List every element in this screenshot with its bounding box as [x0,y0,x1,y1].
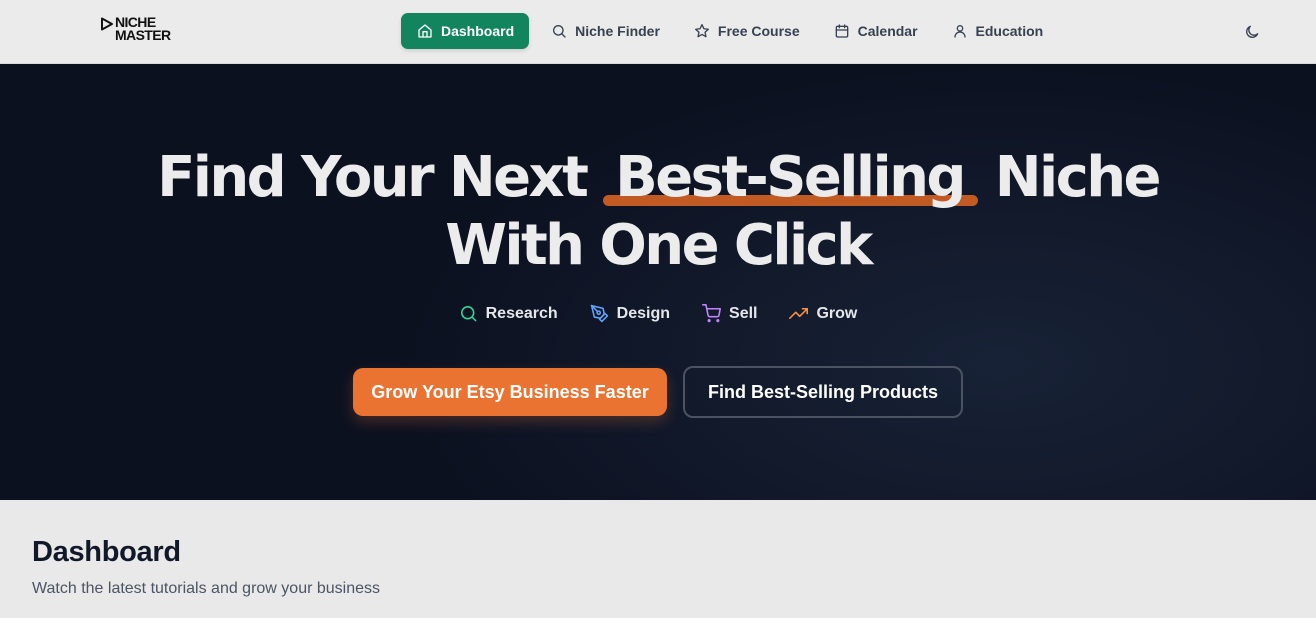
hero-title-highlight: Best-Selling [603,144,978,212]
theme-toggle-button[interactable] [1242,22,1262,42]
cta-row: Grow Your Etsy Business Faster Find Best… [0,366,1316,418]
hero-section: Find Your Next Best-Selling Niche With O… [0,64,1316,500]
feature-sell: Sell [702,304,757,323]
hero-title: Find Your Next Best-Selling Niche With O… [0,144,1316,280]
nav-label: Dashboard [441,23,515,39]
brand-logo[interactable]: NICHE MASTER [100,15,171,43]
feature-label: Research [485,304,558,322]
nav-item-calendar[interactable]: Calendar [822,13,930,49]
page-subtitle: Watch the latest tutorials and grow your… [32,580,381,597]
search-icon [460,305,477,322]
top-navbar: NICHE MASTER Dashboard Niche Finder Free… [0,0,1316,64]
main-nav: Dashboard Niche Finder Free Course Calen… [401,13,1065,49]
brand-line-2: MASTER [115,27,171,43]
hero-title-highlight-text: Best-Selling [615,145,966,210]
feature-label: Sell [729,304,758,322]
hero-title-line-2: With One Click [445,213,873,278]
shopping-cart-icon [702,304,722,323]
home-icon [418,24,432,38]
feature-design: Design [590,304,670,323]
nav-item-education[interactable]: Education [940,13,1056,49]
calendar-icon [835,24,848,38]
feature-research: Research [459,304,558,323]
feature-list: Research Design Sell Grow [0,304,1316,323]
page-title: Dashboard [32,536,181,568]
nav-item-niche-finder[interactable]: Niche Finder [539,13,672,49]
search-icon [553,25,566,38]
moon-icon [1246,25,1259,38]
dashboard-section: Dashboard Watch the latest tutorials and… [0,500,1316,618]
hero-title-part-1: Find Your Next [157,145,589,210]
trending-up-icon [789,307,809,320]
nav-item-dashboard[interactable]: Dashboard [401,13,530,49]
nav-label: Free Course [717,23,800,39]
nav-label: Calendar [857,23,918,39]
star-icon [694,24,709,38]
hero-title-part-2: Niche [994,145,1162,210]
feature-label: Design [616,304,671,322]
nav-label: Education [975,23,1044,39]
nav-item-free-course[interactable]: Free Course [682,13,812,49]
feature-grow: Grow [789,304,857,323]
find-products-button[interactable]: Find Best-Selling Products [683,366,963,418]
feature-label: Grow [816,304,858,322]
pen-tool-icon [590,304,608,323]
user-icon [953,25,966,38]
grow-business-button[interactable]: Grow Your Etsy Business Faster [353,368,667,416]
nav-label: Niche Finder [575,23,660,39]
play-icon [101,17,113,31]
